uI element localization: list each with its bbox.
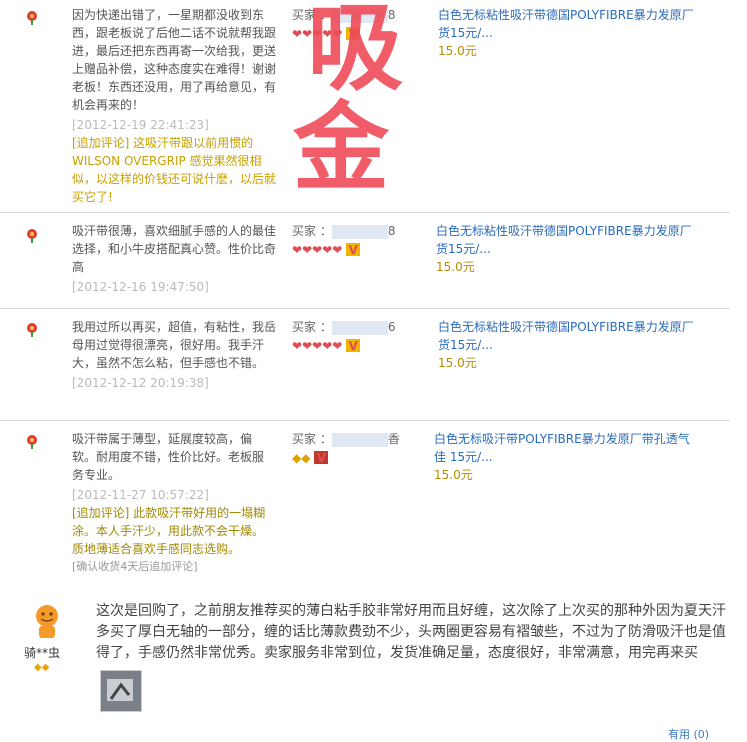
product-price: 15.0元 — [438, 356, 477, 370]
vip-badge-icon: V — [314, 451, 329, 465]
buyer-label: 买家 ： — [292, 320, 332, 334]
flower-rating-icon — [27, 229, 37, 243]
row-divider — [0, 308, 730, 309]
review-time: [2012-12-19 22:41:23] — [72, 118, 209, 132]
reviewer-level-icon: ◆◆ — [34, 662, 50, 673]
review-time: [2012-12-12 20:19:38] — [72, 376, 209, 390]
review-text: 吸汗带属于薄型，延展度较高，偏软。耐用度不错，性价比好。老板服务专业。 — [72, 432, 265, 482]
product-link[interactable]: 白色无标粘性吸汗带德国POLYFIBRE暴力发原厂货15元/... — [438, 320, 694, 352]
review-photo-thumbnail[interactable] — [100, 670, 142, 712]
buyer-credit-hearts: ❤ ❤ ❤ ❤ ❤ V — [292, 243, 422, 257]
review-text: 我用过所以再买，超值，有粘性，我岳母用过觉得很漂亮，很好用。我手汗大，虽然不怎么… — [72, 320, 277, 370]
review-text: 这次是回购了，之前朋友推荐买的薄白粘手胶非常好用而且好缠，这次除了上次买的那种外… — [96, 603, 726, 661]
review-text: 吸汗带很薄，喜欢细腻手感的人的最佳选择，和小牛皮搭配真心赞。性价比奇高 — [72, 224, 277, 274]
row-divider — [0, 420, 730, 421]
vip-badge-icon: V — [346, 243, 361, 257]
buyer-name-mask — [331, 432, 388, 447]
reviewer-name[interactable]: 骑**虫 — [24, 644, 60, 661]
row-divider — [0, 212, 730, 213]
flower-rating-icon — [27, 11, 37, 25]
buyer-label: 买家 ： — [292, 432, 332, 446]
buyer-name-mask — [331, 320, 388, 335]
watermark-stamp: 吸 金 — [285, 0, 425, 215]
followup-note: [确认收货4天后追加评论] — [72, 560, 198, 573]
useful-button[interactable]: 有用 (0) — [668, 726, 709, 742]
vip-badge-icon: V — [346, 339, 361, 353]
product-link[interactable]: 白色无标粘性吸汗带德国POLYFIBRE暴力发原厂货15元/... — [436, 224, 692, 256]
review-time: [2012-12-16 19:47:50] — [72, 280, 209, 294]
followup-comment: [追加评论] 此款吸汗带好用的一塌糊涂。本人手汗少，用此款不会干燥。质地薄适合喜… — [72, 506, 266, 556]
buyer-credit-hearts: ❤ ❤ ❤ ❤ ❤ V — [292, 339, 422, 353]
buyer-suffix: 香 — [387, 432, 400, 446]
product-price: 15.0元 — [434, 468, 473, 482]
review-text: 因为快递出错了，一星期都没收到东西，跟老板说了后他二话不说就帮我跟进，最后还把东… — [72, 8, 277, 112]
buyer-credit-diamonds: ◆ ◆ V — [292, 451, 422, 465]
stamp-char: 金 — [293, 91, 389, 204]
flower-rating-icon — [27, 435, 37, 449]
review-time: [2012-11-27 10:57:22] — [72, 488, 209, 502]
product-price: 15.0元 — [436, 260, 475, 274]
product-link[interactable]: 白色无标粘性吸汗带德国POLYFIBRE暴力发原厂货15元/... — [438, 8, 694, 40]
buyer-suffix: 6 — [387, 320, 396, 334]
product-link[interactable]: 白色无标吸汗带POLYFIBRE暴力发原厂带孔透气佳 15元/... — [434, 432, 690, 464]
buyer-name-mask — [331, 224, 388, 239]
avatar[interactable] — [28, 602, 66, 640]
flower-rating-icon — [27, 323, 37, 337]
followup-comment: [追加评论] 这吸汗带跟以前用惯的WILSON OVERGRIP 感觉果然很相似… — [72, 136, 277, 204]
product-price: 15.0元 — [438, 44, 477, 58]
stamp-char: 吸 — [307, 0, 403, 104]
buyer-label: 买家 ： — [292, 224, 332, 238]
buyer-suffix: 8 — [387, 224, 396, 238]
